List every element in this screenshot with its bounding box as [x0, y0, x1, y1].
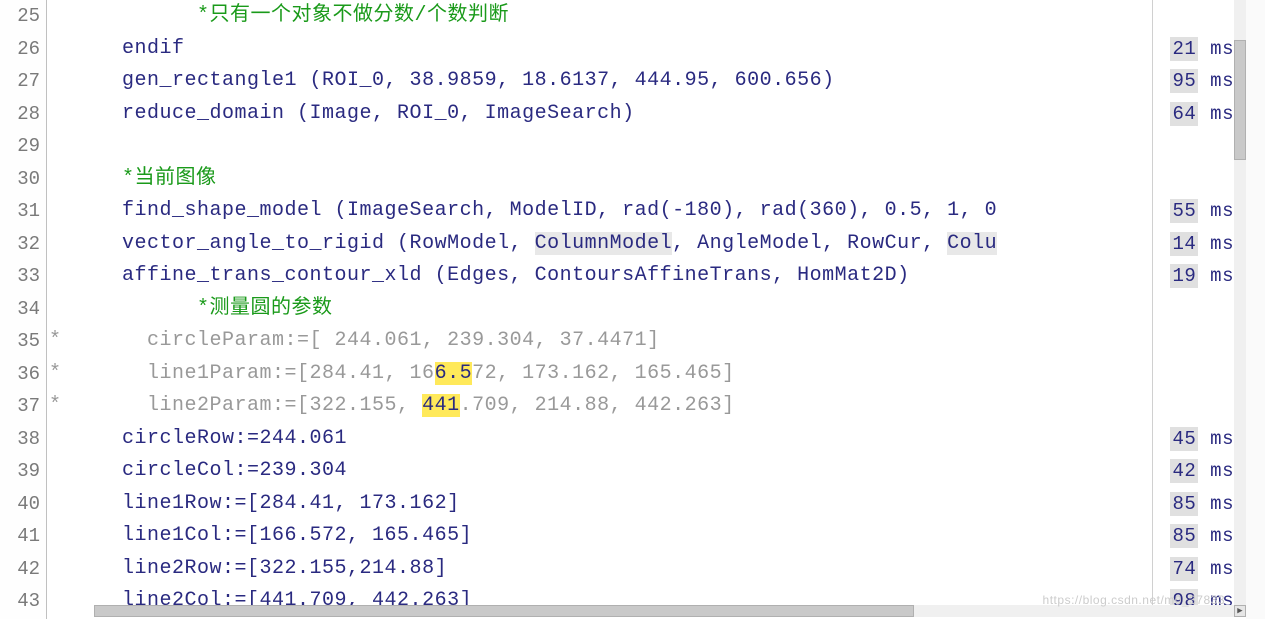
- code-line[interactable]: circleCol:=239.304: [47, 455, 1150, 488]
- line-number: 30: [0, 163, 46, 196]
- timing-value: 85 ms: [1150, 488, 1234, 521]
- code-line[interactable]: gen_rectangle1 (ROI_0, 38.9859, 18.6137,…: [47, 65, 1150, 98]
- timing-value: 95 ms: [1150, 65, 1234, 98]
- code-area[interactable]: *** *只有一个对象不做分数/个数判断 endif gen_rectangle…: [47, 0, 1265, 619]
- line-number: 27: [0, 65, 46, 98]
- vertical-scrollbar[interactable]: [1234, 0, 1246, 605]
- code-line[interactable]: find_shape_model (ImageSearch, ModelID, …: [47, 195, 1150, 228]
- timing-value: 21 ms: [1150, 33, 1234, 66]
- timing-value: 45 ms: [1150, 423, 1234, 456]
- right-margin: [1246, 0, 1265, 619]
- line-number: 43: [0, 585, 46, 618]
- horizontal-scrollbar-thumb[interactable]: [94, 605, 914, 617]
- line-number: 35: [0, 325, 46, 358]
- timing-value: [1150, 358, 1234, 391]
- code-line[interactable]: line1Param:=[284.41, 166.572, 173.162, 1…: [47, 358, 1150, 391]
- code-line[interactable]: *当前图像: [47, 163, 1150, 196]
- watermark: https://blog.csdn.net/m0_37833: [1043, 593, 1225, 607]
- vertical-scrollbar-thumb[interactable]: [1234, 40, 1246, 160]
- line-number: 37: [0, 390, 46, 423]
- timing-value: 85 ms: [1150, 520, 1234, 553]
- timing-value: 19 ms: [1150, 260, 1234, 293]
- timing-value: 74 ms: [1150, 553, 1234, 586]
- code-editor: 25262728293031323334353637383940414243 *…: [0, 0, 1265, 619]
- timing-value: [1150, 0, 1234, 33]
- timing-value: [1150, 390, 1234, 423]
- line-number: 38: [0, 423, 46, 456]
- line-number: 26: [0, 33, 46, 66]
- line-number: 39: [0, 455, 46, 488]
- line-number: 42: [0, 553, 46, 586]
- timing-value: 14 ms: [1150, 228, 1234, 261]
- line-number: 33: [0, 260, 46, 293]
- line-number: 29: [0, 130, 46, 163]
- code-line[interactable]: reduce_domain (Image, ROI_0, ImageSearch…: [47, 98, 1150, 131]
- scroll-right-button[interactable]: ▶: [1234, 605, 1246, 617]
- timing-value: 64 ms: [1150, 98, 1234, 131]
- code-line[interactable]: *只有一个对象不做分数/个数判断: [47, 0, 1150, 33]
- code-line[interactable]: endif: [47, 33, 1150, 66]
- code-column[interactable]: *只有一个对象不做分数/个数判断 endif gen_rectangle1 (R…: [47, 0, 1150, 618]
- timing-value: 55 ms: [1150, 195, 1234, 228]
- line-number: 32: [0, 228, 46, 261]
- line-number: 36: [0, 358, 46, 391]
- code-line[interactable]: vector_angle_to_rigid (RowModel, ColumnM…: [47, 228, 1150, 261]
- line-number: 25: [0, 0, 46, 33]
- code-line[interactable]: *测量圆的参数: [47, 293, 1150, 326]
- code-line[interactable]: circleRow:=244.061: [47, 423, 1150, 456]
- code-line[interactable]: affine_trans_contour_xld (Edges, Contour…: [47, 260, 1150, 293]
- line-number-gutter: 25262728293031323334353637383940414243: [0, 0, 47, 619]
- timing-value: [1150, 325, 1234, 358]
- code-line[interactable]: line1Row:=[284.41, 173.162]: [47, 488, 1150, 521]
- timing-value: [1150, 130, 1234, 163]
- line-number: 31: [0, 195, 46, 228]
- line-number: 28: [0, 98, 46, 131]
- timing-column: 21 ms95 ms64 ms 55 ms14 ms19 ms 45 ms42 ms…: [1150, 0, 1234, 618]
- line-number: 41: [0, 520, 46, 553]
- code-line[interactable]: line2Row:=[322.155,214.88]: [47, 553, 1150, 586]
- timing-value: [1150, 293, 1234, 326]
- line-number: 40: [0, 488, 46, 521]
- timing-value: [1150, 163, 1234, 196]
- code-line[interactable]: line2Param:=[322.155, 441.709, 214.88, 4…: [47, 390, 1150, 423]
- code-line[interactable]: circleParam:=[ 244.061, 239.304, 37.4471…: [47, 325, 1150, 358]
- line-number: 34: [0, 293, 46, 326]
- code-line[interactable]: [47, 130, 1150, 163]
- code-line[interactable]: line1Col:=[166.572, 165.465]: [47, 520, 1150, 553]
- timing-value: 42 ms: [1150, 455, 1234, 488]
